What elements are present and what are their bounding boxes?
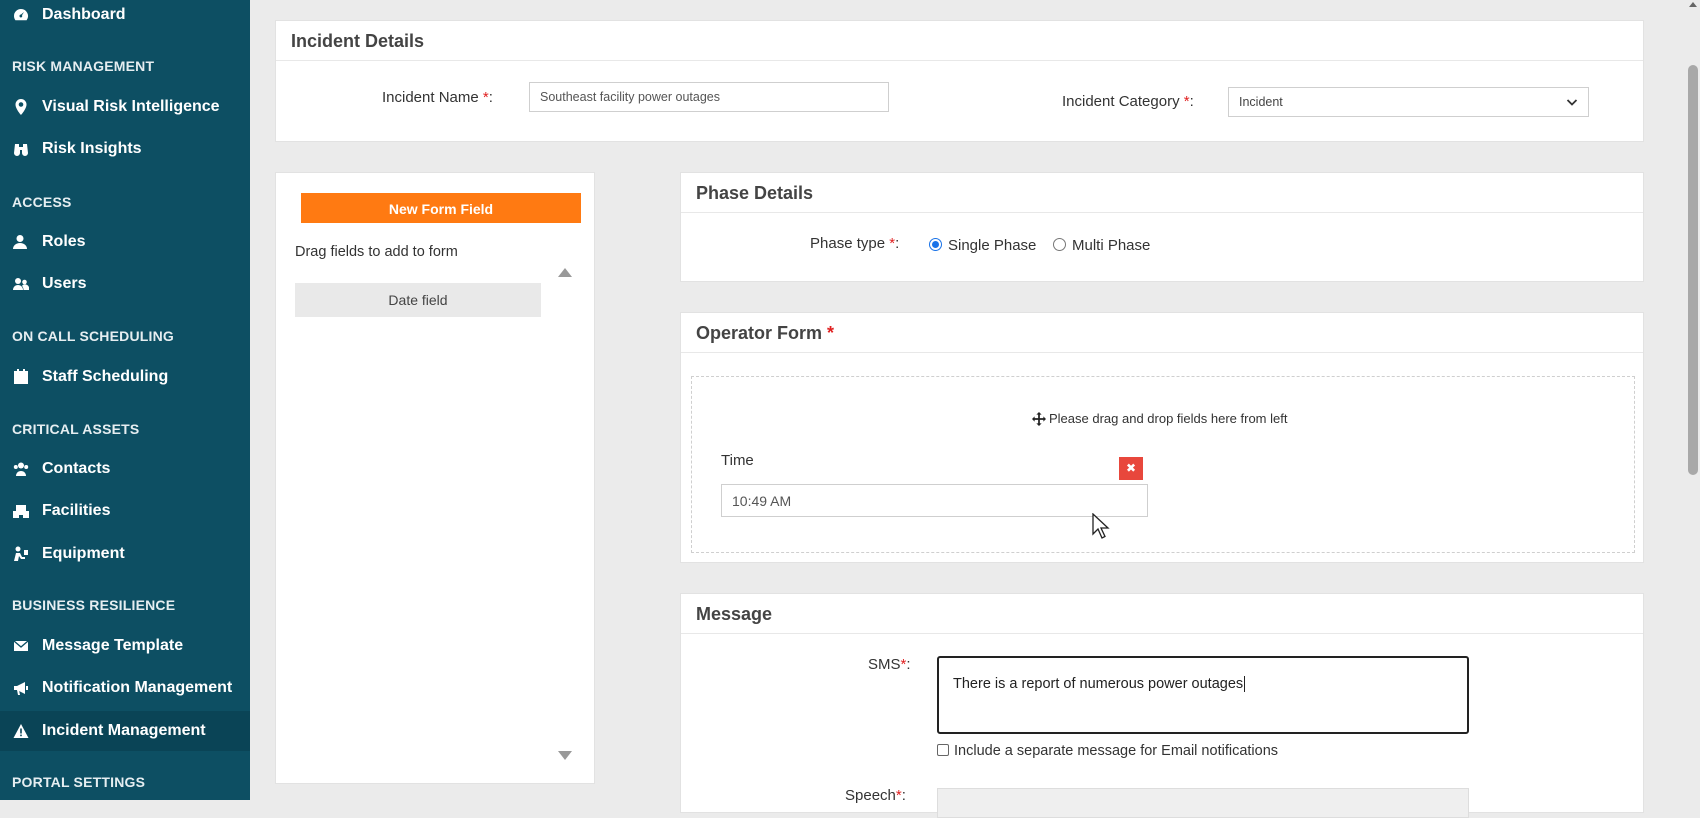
scroll-down-arrow[interactable] — [558, 751, 572, 760]
calendar-icon — [12, 368, 30, 386]
sidebar-item-label: Users — [42, 275, 87, 292]
sidebar-item-dashboard[interactable]: Dashboard — [0, 0, 250, 35]
section-access: ACCESS — [12, 194, 72, 210]
sidebar-item-notification-management[interactable]: Notification Management — [0, 668, 250, 708]
users-icon — [12, 275, 30, 293]
map-pin-icon — [12, 98, 30, 116]
contacts-icon — [12, 460, 30, 478]
email-separate-label: Include a separate message for Email not… — [954, 743, 1279, 759]
phase-details-panel: Phase Details Phase type *: Single Phase… — [680, 172, 1644, 282]
sidebar-item-incident-management[interactable]: Incident Management — [0, 711, 250, 751]
sidebar-item-roles[interactable]: Roles — [0, 222, 250, 262]
message-panel: Message SMS*: There is a report of numer… — [680, 593, 1644, 818]
incident-details-title: Incident Details — [276, 21, 1643, 61]
phase-details-title: Phase Details — [681, 173, 1643, 213]
warning-icon — [12, 722, 30, 740]
operator-form-dropzone[interactable]: Please drag and drop fields here from le… — [691, 376, 1635, 553]
scrollbar-thumb[interactable] — [1688, 65, 1698, 475]
section-business-resilience: BUSINESS RESILIENCE — [12, 597, 176, 613]
move-icon — [1032, 411, 1046, 426]
sidebar-item-label: Risk Insights — [42, 140, 142, 157]
phase-type-label: Phase type *: — [810, 235, 900, 252]
sms-label: SMS*: — [868, 656, 911, 673]
sidebar-item-facilities[interactable]: Facilities — [0, 491, 250, 531]
sidebar-item-risk-insights[interactable]: Risk Insights — [0, 129, 250, 169]
date-field-item[interactable]: Date field — [295, 283, 541, 317]
equipment-icon — [12, 545, 30, 563]
megaphone-icon — [12, 679, 30, 697]
incident-category-label: Incident Category *: — [1062, 93, 1194, 110]
sidebar-item-label: Contacts — [42, 460, 111, 477]
binoculars-icon — [12, 140, 30, 158]
incident-category-select[interactable]: Incident — [1228, 87, 1589, 117]
sidebar-item-label: Message Template — [42, 637, 184, 654]
page-scrollbar[interactable] — [1686, 0, 1700, 800]
user-icon — [12, 233, 30, 251]
drop-hint: Please drag and drop fields here from le… — [1032, 411, 1287, 426]
sidebar-item-label: Staff Scheduling — [42, 368, 169, 385]
sidebar-item-label: Dashboard — [42, 6, 126, 23]
sms-textarea[interactable]: There is a report of numerous power outa… — [937, 656, 1469, 734]
radio-multi-phase[interactable] — [1053, 238, 1066, 251]
envelope-icon — [12, 637, 30, 655]
text-caret — [1244, 676, 1246, 692]
message-title: Message — [681, 594, 1643, 634]
radio-single-phase[interactable] — [929, 238, 942, 251]
dashboard-icon — [12, 6, 30, 24]
scroll-up-arrow[interactable] — [558, 268, 572, 277]
sidebar-item-visual-risk-intelligence[interactable]: Visual Risk Intelligence — [0, 87, 250, 127]
form-fields-panel: New Form Field Drag fields to add to for… — [275, 172, 595, 784]
sidebar-item-label: Roles — [42, 233, 86, 250]
section-risk-management: RISK MANAGEMENT — [12, 58, 155, 74]
sidebar-item-label: Visual Risk Intelligence — [42, 98, 220, 115]
sidebar-item-message-template[interactable]: Message Template — [0, 626, 250, 666]
close-icon: ✖ — [1125, 461, 1137, 475]
sidebar-item-label: Incident Management — [42, 722, 206, 739]
operator-form-title: Operator Form * — [681, 313, 1643, 353]
incident-name-label: Incident Name *: — [382, 89, 493, 106]
section-portal-settings: PORTAL SETTINGS — [12, 774, 146, 790]
sidebar-item-label: Equipment — [42, 545, 125, 562]
sidebar-item-label: Notification Management — [42, 679, 233, 696]
speech-label: Speech*: — [845, 787, 906, 804]
section-critical-assets: CRITICAL ASSETS — [12, 421, 140, 437]
multi-phase-label: Multi Phase — [1072, 237, 1151, 254]
scroll-up-icon[interactable] — [1689, 2, 1697, 7]
sidebar-item-equipment[interactable]: Equipment — [0, 534, 250, 574]
time-field-label: Time — [721, 452, 754, 469]
mouse-cursor-icon — [1092, 513, 1110, 539]
sms-text: There is a report of numerous power outa… — [953, 676, 1244, 692]
incident-category-value: Incident — [1239, 95, 1283, 109]
sidebar-item-contacts[interactable]: Contacts — [0, 449, 250, 489]
new-form-field-button[interactable]: New Form Field — [301, 193, 581, 223]
sidebar-item-label: Facilities — [42, 502, 111, 519]
operator-form-panel: Operator Form * Please drag and drop fie… — [680, 312, 1644, 563]
time-input[interactable] — [721, 484, 1148, 517]
sidebar-item-staff-scheduling[interactable]: Staff Scheduling — [0, 357, 250, 397]
incident-name-input[interactable] — [529, 82, 889, 112]
single-phase-label: Single Phase — [948, 237, 1037, 254]
speech-input[interactable] — [937, 788, 1469, 818]
sidebar: Dashboard RISK MANAGEMENT Visual Risk In… — [0, 0, 250, 800]
section-on-call-scheduling: ON CALL SCHEDULING — [12, 328, 175, 344]
drag-fields-hint: Drag fields to add to form — [295, 244, 458, 260]
incident-details-panel: Incident Details Incident Name *: Incide… — [275, 20, 1644, 142]
building-icon — [12, 502, 30, 520]
delete-field-button[interactable]: ✖ — [1119, 457, 1143, 480]
email-separate-checkbox[interactable] — [937, 744, 949, 756]
sidebar-item-users[interactable]: Users — [0, 264, 250, 304]
chevron-down-icon — [1566, 99, 1578, 106]
